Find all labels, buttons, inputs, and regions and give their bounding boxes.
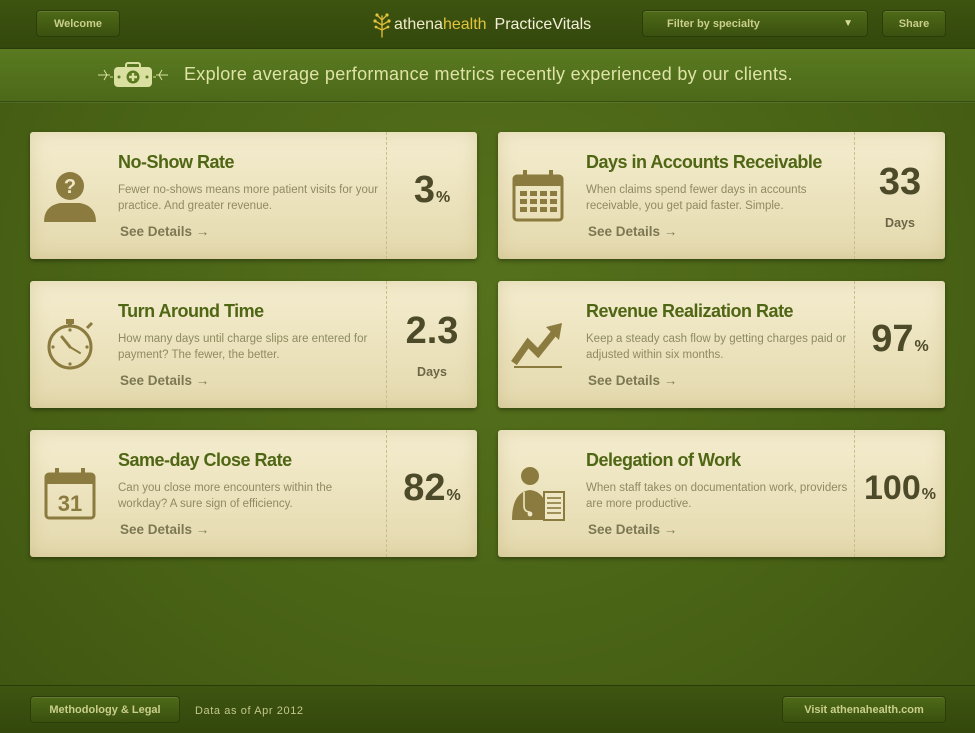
medical-bag-icon bbox=[98, 62, 168, 87]
see-details-link[interactable]: See Details → bbox=[588, 224, 677, 239]
card-value-box: 100% bbox=[855, 430, 945, 557]
metric-card-revenue-realization-rate[interactable]: Revenue Realization Rate Keep a steady c… bbox=[498, 281, 945, 408]
card-unit-below: Days bbox=[417, 365, 447, 379]
data-as-of-text: Data as of Apr 2012 bbox=[195, 705, 304, 717]
card-unit: % bbox=[914, 338, 929, 355]
product-name: PracticeVitals bbox=[494, 16, 592, 33]
card-description: When staff takes on documentation work, … bbox=[586, 482, 848, 510]
see-details-link[interactable]: See Details → bbox=[120, 224, 209, 239]
card-value-box: 2.3 Days bbox=[387, 281, 477, 408]
share-label: Share bbox=[898, 17, 930, 30]
card-unit: % bbox=[446, 487, 461, 504]
card-value: 3% bbox=[413, 169, 451, 211]
metric-card-turn-around-time[interactable]: Turn Around Time How many days until cha… bbox=[30, 281, 477, 408]
card-value: 100% bbox=[864, 469, 936, 507]
caret-down-icon: ▼ bbox=[843, 18, 853, 29]
intro-banner: Explore average performance metrics rece… bbox=[0, 49, 975, 102]
card-description: Keep a steady cash flow by getting charg… bbox=[586, 333, 847, 361]
visit-website-button[interactable]: Visit athenahealth.com bbox=[782, 696, 946, 723]
athena-leaf-logo-icon bbox=[373, 13, 391, 38]
filter-label: Filter by specialty bbox=[667, 17, 760, 30]
share-button[interactable]: Share bbox=[882, 10, 946, 37]
card-description: Can you close more encounters within the… bbox=[118, 482, 333, 510]
card-title: Delegation of Work bbox=[586, 450, 741, 470]
card-value: 2.3 bbox=[405, 310, 459, 352]
methodology-label: Methodology & Legal bbox=[49, 703, 161, 716]
card-value: 97% bbox=[871, 318, 929, 360]
card-title: Same-day Close Rate bbox=[118, 450, 292, 470]
question-person-icon: ? bbox=[44, 172, 96, 222]
welcome-label: Welcome bbox=[53, 17, 103, 30]
card-value-box: 3% bbox=[387, 132, 477, 259]
welcome-back-button[interactable]: Welcome bbox=[36, 10, 120, 37]
calendar-31-icon: 31 bbox=[44, 468, 96, 520]
trend-up-arrow-icon bbox=[511, 323, 562, 368]
see-details-link[interactable]: See Details → bbox=[120, 522, 209, 537]
calendar-icon bbox=[512, 170, 564, 222]
footer-bar: Methodology & Legal Data as of Apr 2012 … bbox=[0, 685, 975, 733]
metric-card-days-in-ar[interactable]: Days in Accounts Receivable When claims … bbox=[498, 132, 945, 259]
svg-text:?: ? bbox=[64, 176, 76, 198]
card-title: No-Show Rate bbox=[118, 152, 235, 172]
metric-card-no-show-rate[interactable]: ? No-Show Rate Fewer no-shows means more… bbox=[30, 132, 477, 259]
card-description: Fewer no-shows means more patient visits… bbox=[118, 184, 379, 212]
card-description: When claims spend fewer days in accounts… bbox=[586, 184, 807, 212]
methodology-legal-button[interactable]: Methodology & Legal bbox=[30, 696, 180, 723]
brand-logo: athena health PracticeVitals bbox=[372, 12, 591, 38]
banner-text: Explore average performance metrics rece… bbox=[184, 64, 793, 84]
card-value-box: 97% bbox=[855, 281, 945, 408]
card-title: Days in Accounts Receivable bbox=[586, 152, 822, 172]
see-details-link[interactable]: See Details → bbox=[120, 373, 209, 388]
card-title: Turn Around Time bbox=[118, 301, 264, 321]
card-value: 82% bbox=[403, 467, 461, 509]
see-details-link[interactable]: See Details → bbox=[588, 373, 677, 388]
card-description: How many days until charge slips are ent… bbox=[118, 333, 368, 361]
metric-card-delegation-of-work[interactable]: Delegation of Work When staff takes on d… bbox=[498, 430, 945, 557]
stopwatch-icon bbox=[47, 319, 94, 370]
card-title: Revenue Realization Rate bbox=[586, 301, 794, 321]
filter-specialty-dropdown[interactable]: Filter by specialty ▼ bbox=[642, 10, 868, 37]
metric-card-same-day-close-rate[interactable]: 31 Same-day Close Rate Can you close mor… bbox=[30, 430, 477, 557]
calendar-day-number: 31 bbox=[58, 491, 82, 516]
card-unit: % bbox=[435, 189, 451, 206]
brand-health-text: health bbox=[442, 16, 487, 33]
card-unit: % bbox=[921, 486, 936, 503]
card-value-box: 33 Days bbox=[855, 132, 945, 259]
brand-athena-text: athena bbox=[394, 16, 443, 33]
visit-label: Visit athenahealth.com bbox=[804, 703, 924, 716]
see-details-link[interactable]: See Details → bbox=[588, 522, 677, 537]
card-unit-below: Days bbox=[885, 216, 915, 230]
card-value-box: 82% bbox=[387, 430, 477, 557]
top-bar: Welcome athena health PracticeVitals Filt… bbox=[0, 0, 975, 49]
app-root: Welcome athena health PracticeVitals Filt… bbox=[0, 0, 975, 733]
card-value: 33 bbox=[878, 161, 922, 203]
doctor-document-icon bbox=[512, 467, 565, 521]
